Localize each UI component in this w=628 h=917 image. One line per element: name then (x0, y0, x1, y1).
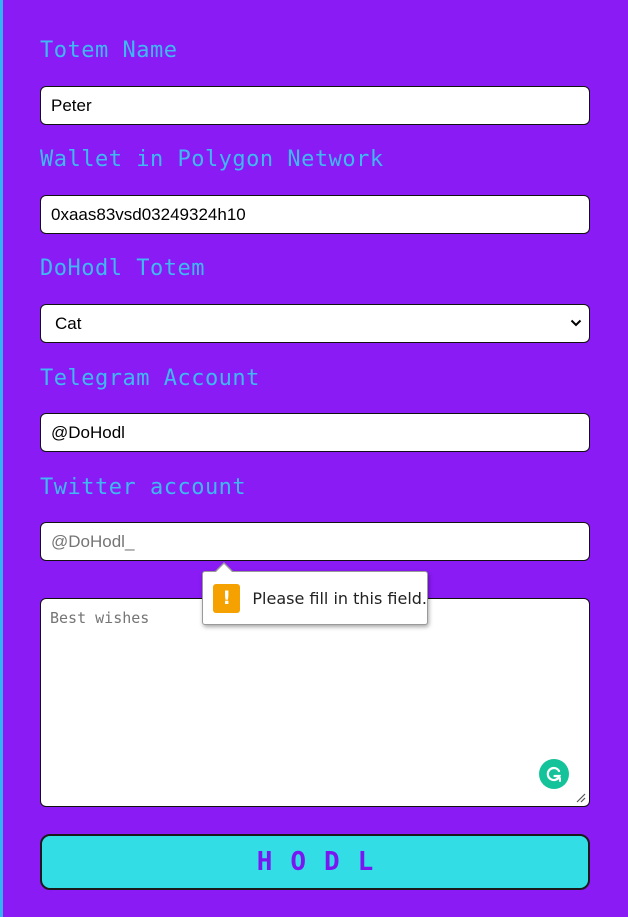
tooltip-arrow-fill (215, 564, 233, 573)
hodl-submit-button[interactable]: HODL (40, 834, 590, 890)
twitter-input[interactable] (40, 522, 590, 561)
warning-icon: ! (213, 583, 241, 613)
telegram-input[interactable] (40, 413, 590, 452)
validation-message: Please fill in this field. (252, 588, 427, 608)
page-left-border (0, 0, 3, 917)
grammarly-icon[interactable] (539, 759, 569, 789)
wallet-input[interactable] (40, 195, 590, 234)
resize-handle-icon[interactable] (575, 792, 586, 803)
totem-name-input[interactable] (40, 86, 590, 125)
validation-tooltip: ! Please fill in this field. (202, 571, 428, 625)
totem-select-label: DoHodl Totem (40, 256, 205, 281)
grammarly-g-icon (546, 766, 562, 782)
totem-select-wrapper: Cat (40, 304, 590, 343)
twitter-label: Twitter account (40, 475, 247, 500)
totem-select[interactable]: Cat (40, 304, 590, 343)
totem-name-label: Totem Name (40, 38, 178, 63)
telegram-label: Telegram Account (40, 366, 260, 391)
wallet-label: Wallet in Polygon Network (40, 147, 384, 172)
message-textarea[interactable] (40, 598, 590, 807)
